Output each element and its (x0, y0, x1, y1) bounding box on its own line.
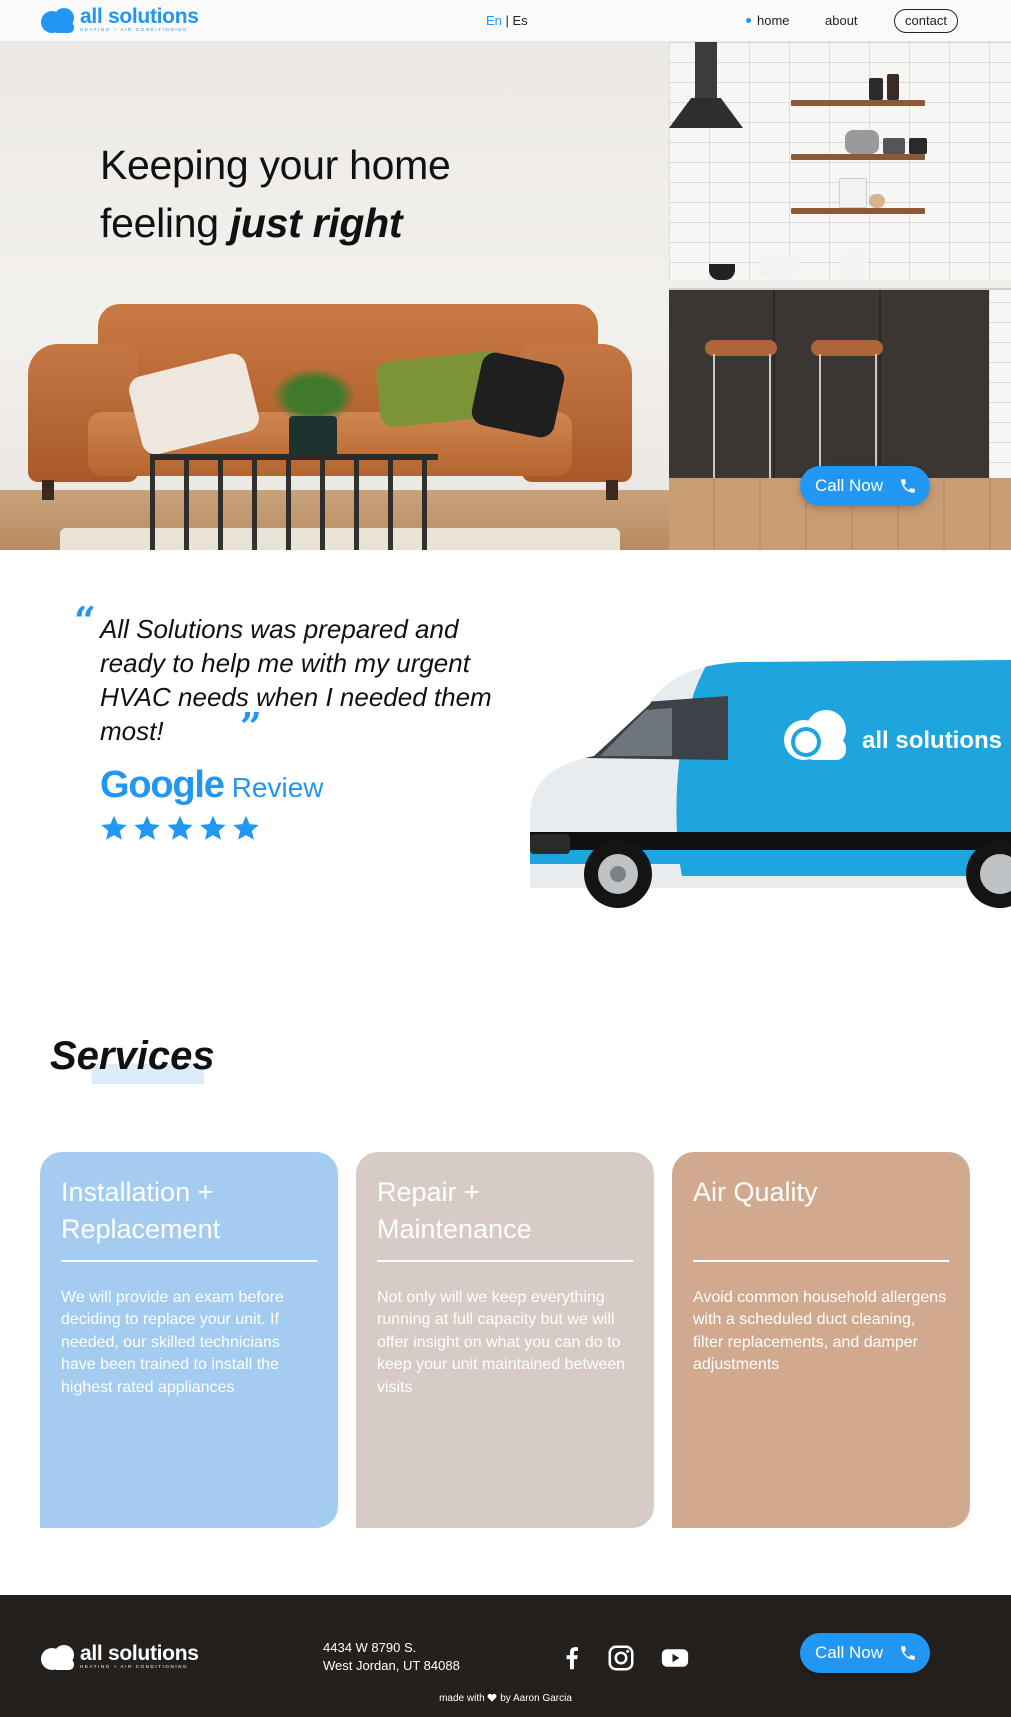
service-card-text: Avoid common household allergens with a … (693, 1288, 947, 1374)
quote-open-icon: “ (74, 598, 96, 643)
active-dot-icon (746, 18, 751, 23)
nav-about-link[interactable]: about (825, 13, 858, 28)
google-logo: Google (100, 764, 225, 806)
nav-home-link[interactable]: home (746, 13, 790, 28)
shelf (791, 208, 925, 214)
kitchen-cabinet (669, 290, 989, 478)
bowl (869, 194, 885, 208)
services-title: Services (50, 1034, 215, 1078)
facebook-icon[interactable] (557, 1643, 587, 1673)
service-card-title: Installation + Replacement (61, 1177, 221, 1244)
range-hood (669, 42, 743, 128)
header-logo[interactable]: all solutions HEATING + AIR CONDITIONING (40, 6, 199, 34)
language-switcher: En | Es (486, 13, 528, 28)
hero-title-line1: Keeping your home (100, 142, 451, 188)
call-now-label: Call Now (815, 1643, 884, 1662)
lang-es-link[interactable]: Es (513, 13, 528, 28)
review-quote: All Solutions was prepared and ready to … (100, 614, 492, 746)
service-card-title: Air Quality (693, 1177, 818, 1207)
star-icon (233, 815, 259, 840)
footer-credit: made with by Aaron Garcia (0, 1693, 1011, 1704)
counter-top (669, 280, 1011, 290)
service-card-air-quality[interactable]: Air Quality Avoid common household aller… (672, 1152, 970, 1528)
star-icon (134, 815, 160, 840)
service-card-installation[interactable]: Installation + Replacement We will provi… (40, 1152, 338, 1528)
cloud-logo-icon (41, 1645, 74, 1670)
plates (839, 178, 867, 208)
bar-stool (811, 340, 883, 356)
service-card-divider (693, 1260, 949, 1262)
hero-call-now-button[interactable]: Call Now (800, 466, 930, 506)
address-line1: 4434 W 8790 S. (323, 1640, 417, 1655)
call-now-label: Call Now (815, 476, 884, 495)
jar (887, 74, 899, 100)
google-review-link[interactable]: Google Review (100, 764, 324, 807)
coffee-table (150, 454, 438, 550)
shelf (791, 154, 925, 160)
brand-tagline: HEATING + AIR CONDITIONING (80, 1664, 189, 1669)
instagram-icon[interactable] (606, 1643, 636, 1673)
cloud-logo-icon (41, 8, 74, 33)
cup (883, 138, 905, 154)
shelf (791, 100, 925, 106)
service-card-repair[interactable]: Repair + Maintenance Not only will we ke… (356, 1152, 654, 1528)
bowl (709, 264, 735, 280)
hero-section: Keeping your home feeling just right Cal… (0, 42, 1011, 550)
site-header: all solutions HEATING + AIR CONDITIONING… (0, 0, 1011, 42)
service-card-text: We will provide an exam before deciding … (61, 1288, 284, 1396)
phone-icon (901, 479, 915, 493)
footer-logo[interactable]: all solutions HEATING + AIR CONDITIONING (40, 1643, 199, 1671)
address-line2: West Jordan, UT 84088 (323, 1658, 460, 1673)
quote-close-icon: ” (240, 704, 262, 749)
hero-title: Keeping your home feeling just right (100, 136, 451, 252)
heart-icon (487, 1693, 497, 1702)
lang-en-link[interactable]: En (486, 13, 502, 28)
phone-icon (901, 1646, 915, 1660)
star-icon (101, 815, 127, 840)
brand-name: all solutions (80, 1642, 199, 1665)
youtube-icon[interactable] (660, 1643, 690, 1673)
site-footer: all solutions HEATING + AIR CONDITIONING… (0, 1595, 1011, 1717)
company-van-image: all solutions (530, 660, 1011, 908)
nav-contact-button[interactable]: contact (894, 9, 958, 33)
lang-separator: | (501, 13, 513, 28)
credit-prefix: made with (439, 1693, 485, 1704)
service-card-title: Repair + Maintenance (377, 1177, 532, 1244)
footer-call-now-button[interactable]: Call Now (800, 1633, 930, 1673)
jar (869, 78, 883, 100)
service-card-divider (61, 1260, 317, 1262)
service-card-divider (377, 1260, 633, 1262)
credit-author[interactable]: by Aaron Garcia (500, 1693, 572, 1704)
star-icon (200, 815, 226, 840)
hero-title-emphasis: just right (229, 200, 403, 246)
review-label: Review (231, 772, 324, 803)
brand-tagline: HEATING + AIR CONDITIONING (80, 27, 189, 32)
bar-stool (705, 340, 777, 356)
cup (909, 138, 927, 154)
nav-home-label: home (757, 13, 790, 28)
brand-name: all solutions (80, 5, 199, 28)
hero-title-line2: feeling (100, 200, 230, 246)
bowl (759, 256, 799, 280)
star-icon (167, 815, 193, 840)
kettle (845, 130, 879, 154)
service-card-text: Not only will we keep everything running… (377, 1288, 626, 1396)
teapot (841, 248, 867, 280)
van-brand-text: all solutions (862, 727, 1002, 754)
footer-address: 4434 W 8790 S. West Jordan, UT 84088 (323, 1639, 460, 1675)
rating-stars (100, 814, 260, 842)
